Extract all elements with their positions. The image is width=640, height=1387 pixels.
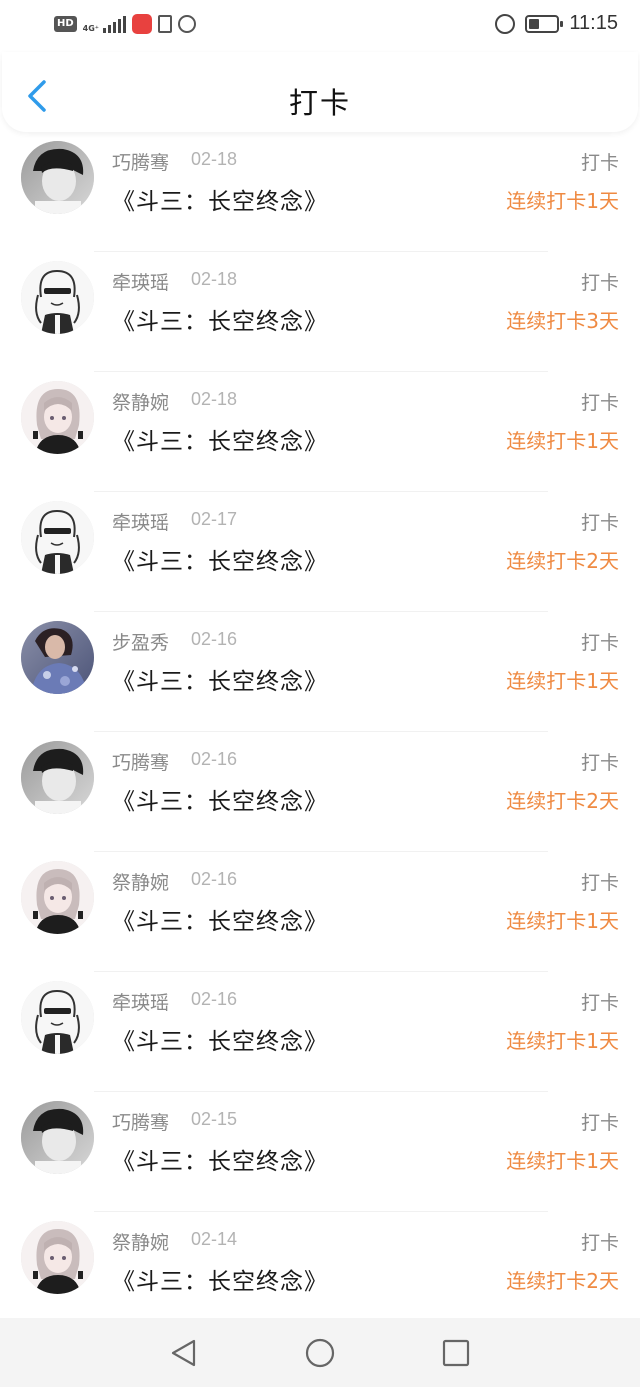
status-bar: HD 4G⁺ 11:15 <box>0 0 640 52</box>
avatar[interactable] <box>21 1221 94 1294</box>
checkin-action-label: 打卡 <box>580 1112 619 1134</box>
book-title: 《斗三：长空终念》 <box>112 1149 328 1175</box>
user-name: 巧腾骞 <box>112 1112 170 1134</box>
checkin-date: 02-16 <box>191 869 238 889</box>
checkin-date: 02-14 <box>191 1229 238 1249</box>
user-name: 祭静婉 <box>112 872 170 894</box>
checkin-action-label: 打卡 <box>580 872 619 894</box>
checkin-item[interactable]: 祭静婉 02-14 《斗三：长空终念》 打卡连续打卡2天 <box>0 1212 640 1332</box>
checkin-list: 巧腾骞 02-18 《斗三：长空终念》 打卡 连续打卡1天 牵瑛瑶 02-18 《斗三：长空终… <box>0 132 640 1332</box>
user-name: 祭静婉 <box>112 392 170 414</box>
book-title: 《斗三：长空终念》 <box>112 189 328 215</box>
user-name: 步盈秀 <box>112 632 170 654</box>
avatar[interactable] <box>21 861 94 934</box>
checkin-action-label: 打卡 <box>580 272 619 294</box>
avatar[interactable] <box>21 1101 94 1174</box>
checkin-item[interactable]: 牵瑛瑶 02-17 《斗三：长空终念》 打卡连续打卡2天 <box>0 492 640 612</box>
user-name: 巧腾骞 <box>112 152 170 174</box>
book-title: 《斗三：长空终念》 <box>112 789 328 815</box>
streak-label: 连续打卡1天 <box>506 1149 619 1173</box>
checkin-action-label: 打卡 <box>580 512 619 534</box>
checkin-item[interactable]: 祭静婉 02-16 《斗三：长空终念》 打卡连续打卡1天 <box>0 852 640 972</box>
avatar[interactable] <box>21 981 94 1054</box>
battery-icon <box>525 14 564 33</box>
checkin-action-label: 打卡 <box>580 1232 619 1254</box>
alarm-icon <box>495 13 516 34</box>
streak-label: 连续打卡2天 <box>506 1269 619 1293</box>
title-bar: 打卡 <box>2 52 638 132</box>
avatar[interactable] <box>21 381 94 454</box>
checkin-date: 02-18 <box>191 149 238 169</box>
book-title: 《斗三：长空终念》 <box>112 549 328 575</box>
book-title: 《斗三：长空终念》 <box>112 669 328 695</box>
streak-label: 连续打卡2天 <box>506 549 619 573</box>
checkin-action-label: 打卡 <box>580 992 619 1014</box>
checkin-item[interactable]: 牵瑛瑶 02-16 《斗三：长空终念》 打卡连续打卡1天 <box>0 972 640 1092</box>
streak-label: 连续打卡1天 <box>506 909 619 933</box>
checkin-date: 02-15 <box>191 1109 238 1129</box>
streak-label: 连续打卡1天 <box>506 429 619 453</box>
document-icon <box>158 15 173 33</box>
user-name: 牵瑛瑶 <box>112 512 170 534</box>
network-type: 4G⁺ <box>82 24 100 33</box>
checkin-item[interactable]: 步盈秀 02-16 《斗三：长空终念》 打卡连续打卡1天 <box>0 612 640 732</box>
streak-label: 连续打卡2天 <box>506 789 619 813</box>
avatar[interactable] <box>21 141 94 214</box>
status-left-icons: HD 4G⁺ <box>54 14 197 34</box>
checkin-item[interactable]: 祭静婉 02-18 《斗三：长空终念》 打卡连续打卡1天 <box>0 372 640 492</box>
back-triangle-icon[interactable] <box>168 1337 200 1369</box>
user-name: 祭静婉 <box>112 1232 170 1254</box>
book-title: 《斗三：长空终念》 <box>112 1029 328 1055</box>
avatar[interactable] <box>21 261 94 334</box>
signal-icon: 4G⁺ <box>82 15 127 33</box>
checkin-item[interactable]: 牵瑛瑶 02-18 《斗三：长空终念》 打卡连续打卡3天 <box>0 252 640 372</box>
checkin-action-label: 打卡 <box>580 632 619 654</box>
book-title: 《斗三：长空终念》 <box>112 909 328 935</box>
streak-label: 连续打卡1天 <box>506 669 619 693</box>
checkin-date: 02-18 <box>191 269 238 289</box>
checkin-item[interactable]: 巧腾骞 02-16 《斗三：长空终念》 打卡连续打卡2天 <box>0 732 640 852</box>
book-title: 《斗三：长空终念》 <box>112 429 328 455</box>
avatar[interactable] <box>21 741 94 814</box>
checkin-date: 02-17 <box>191 509 238 529</box>
streak-label: 连续打卡1天 <box>506 1029 619 1053</box>
checkin-action-label: 打卡 <box>580 392 619 414</box>
avatar[interactable] <box>21 501 94 574</box>
streak-label: 连续打卡3天 <box>506 309 619 333</box>
checkin-action-label: 打卡 <box>580 152 619 174</box>
book-title: 《斗三：长空终念》 <box>112 309 328 335</box>
page-title: 打卡 <box>288 86 351 120</box>
user-name: 牵瑛瑶 <box>112 272 170 294</box>
user-name: 牵瑛瑶 <box>112 992 170 1014</box>
app-notification-icon <box>132 14 153 34</box>
checkin-action-label: 打卡 <box>580 752 619 774</box>
home-circle-icon[interactable] <box>304 1337 336 1369</box>
user-name: 巧腾骞 <box>112 752 170 774</box>
checkin-date: 02-18 <box>191 389 238 409</box>
checkin-date: 02-16 <box>191 989 238 1009</box>
hd-icon: HD <box>54 16 77 32</box>
checkin-date: 02-16 <box>191 629 238 649</box>
streak-label: 连续打卡1天 <box>506 189 619 213</box>
checkin-item[interactable]: 巧腾骞 02-15 《斗三：长空终念》 打卡连续打卡1天 <box>0 1092 640 1212</box>
system-nav-bar <box>0 1318 640 1387</box>
shield-icon <box>178 15 197 33</box>
avatar[interactable] <box>21 621 94 694</box>
book-title: 《斗三：长空终念》 <box>112 1269 328 1295</box>
checkin-item[interactable]: 巧腾骞 02-18 《斗三：长空终念》 打卡连续打卡1天 <box>0 132 640 252</box>
status-right-icons: 11:15 <box>495 12 618 35</box>
status-time: 11:15 <box>569 12 618 34</box>
recents-square-icon[interactable] <box>440 1337 472 1369</box>
checkin-date: 02-16 <box>191 749 238 769</box>
